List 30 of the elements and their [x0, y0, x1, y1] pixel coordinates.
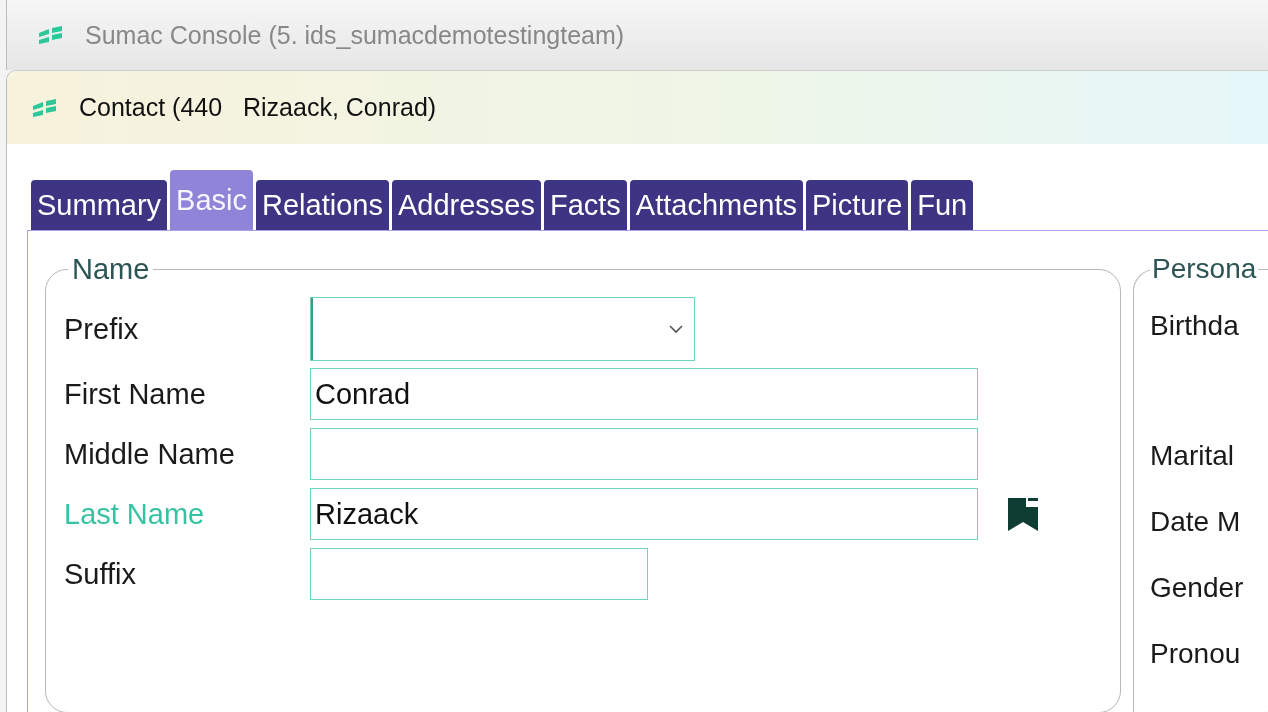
window-title: Sumac Console (5. ids_sumacdemotestingteam): [85, 20, 625, 50]
tab[interactable]: Relations: [256, 180, 389, 230]
field-label: Suffix: [64, 557, 137, 591]
app-logo-icon: [37, 25, 65, 45]
text-field[interactable]: [310, 548, 648, 600]
field-label: Marital: [1150, 440, 1234, 472]
chevron-down-icon: [668, 324, 684, 334]
field-label: Prefix: [64, 312, 140, 346]
tab[interactable]: Addresses: [391, 180, 541, 230]
field-label: Last Name: [64, 497, 206, 531]
window-title: Contact (440 Rizaack, Conrad): [79, 93, 437, 122]
tab[interactable]: Facts: [543, 180, 627, 230]
app-logo-icon: [31, 97, 59, 118]
group-title: Name: [71, 253, 151, 286]
group-title: Persona: [1151, 253, 1258, 285]
tab[interactable]: Fun: [911, 180, 974, 230]
field-label: Birthda: [1150, 310, 1239, 342]
tab[interactable]: Picture: [806, 180, 909, 230]
bookmark-icon[interactable]: [1006, 495, 1040, 533]
text-field[interactable]: Rizaack: [310, 488, 978, 540]
field-label: Pronou: [1150, 638, 1241, 670]
field-label: First Name: [64, 377, 207, 411]
tab[interactable]: Attachments: [629, 180, 803, 230]
prefix-dropdown[interactable]: [310, 297, 695, 361]
field-label: Date M: [1150, 506, 1241, 538]
field-label: Middle Name: [64, 437, 236, 471]
text-field[interactable]: Conrad: [310, 368, 978, 420]
field-label: Gender: [1150, 572, 1244, 604]
text-field[interactable]: [310, 428, 978, 480]
tab[interactable]: Summary: [31, 180, 168, 230]
